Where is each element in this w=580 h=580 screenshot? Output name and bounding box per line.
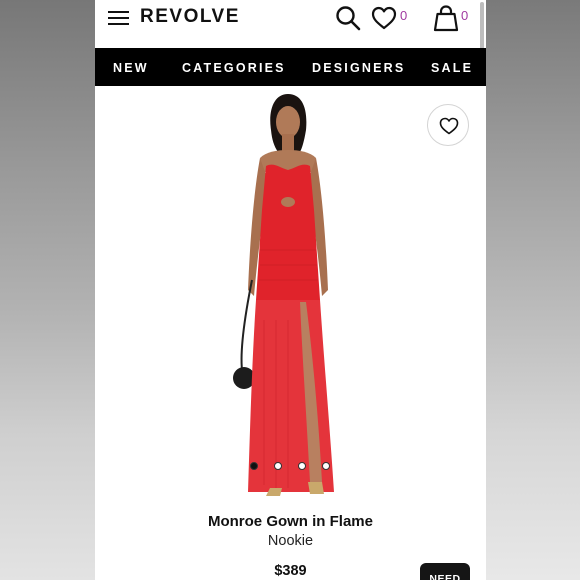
site-header: REVOLVE 0 0 [95, 0, 486, 172]
product-photo-model [233, 94, 334, 496]
product-title: Monroe Gown in Flame [207, 513, 373, 530]
bag-count: 0 [461, 8, 469, 23]
phone-screen: REVOLVE 0 0 NEW CATEGORIES DESIGNERS SAL… [95, 0, 486, 580]
search-icon[interactable] [335, 5, 361, 31]
nav-item-new[interactable]: NEW [113, 61, 149, 75]
carousel-dot-3[interactable] [298, 462, 306, 470]
wishlist-heart-icon[interactable] [371, 6, 397, 30]
shopping-bag-icon[interactable] [433, 4, 459, 32]
carousel-dot-2[interactable] [274, 462, 282, 470]
need-help-button[interactable]: NEED [420, 563, 470, 580]
blurred-backdrop-right [486, 0, 580, 580]
favorite-heart-button[interactable] [427, 104, 469, 146]
product-image-carousel[interactable] [95, 86, 486, 504]
nav-item-categories[interactable]: CATEGORIES [182, 61, 286, 75]
main-nav: NEW CATEGORIES DESIGNERS SALE [95, 48, 486, 86]
nav-item-sale[interactable]: SALE [431, 61, 473, 75]
product-brand[interactable]: Nookie [95, 533, 486, 549]
hamburger-menu-icon[interactable] [108, 11, 129, 25]
carousel-pagination [250, 462, 330, 472]
carousel-dot-1[interactable] [250, 462, 258, 470]
blurred-backdrop-left [0, 0, 95, 580]
carousel-dot-4[interactable] [322, 462, 330, 470]
nav-item-designers[interactable]: DESIGNERS [312, 61, 405, 75]
wishlist-count: 0 [400, 8, 408, 23]
site-logo[interactable]: REVOLVE [140, 6, 240, 28]
heart-outline-icon [439, 117, 459, 135]
